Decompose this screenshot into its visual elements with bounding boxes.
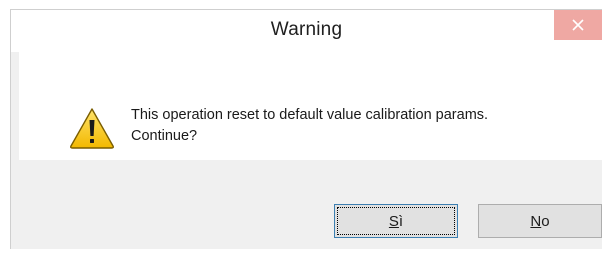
yes-button-mnemonic: S [388,212,399,230]
dialog-title: Warning [270,19,343,40]
message-area: This operation reset to default value ca… [19,52,602,160]
message-text: This operation reset to default value ca… [131,107,489,144]
no-button-mnemonic: N [530,212,542,230]
yes-button[interactable]: Sì [334,204,458,238]
button-bar: Sì No [19,160,602,249]
no-button-label-rest: o [541,212,550,230]
close-icon [572,19,584,31]
dialog-body: This operation reset to default value ca… [11,52,602,249]
yes-button-label-rest: ì [398,212,404,230]
warning-dialog: Warning This operation reset to default … [10,9,602,249]
close-button[interactable] [554,10,602,40]
warning-icon [70,108,114,149]
no-button[interactable]: No [478,204,602,238]
title-bar[interactable]: Warning [11,10,602,52]
